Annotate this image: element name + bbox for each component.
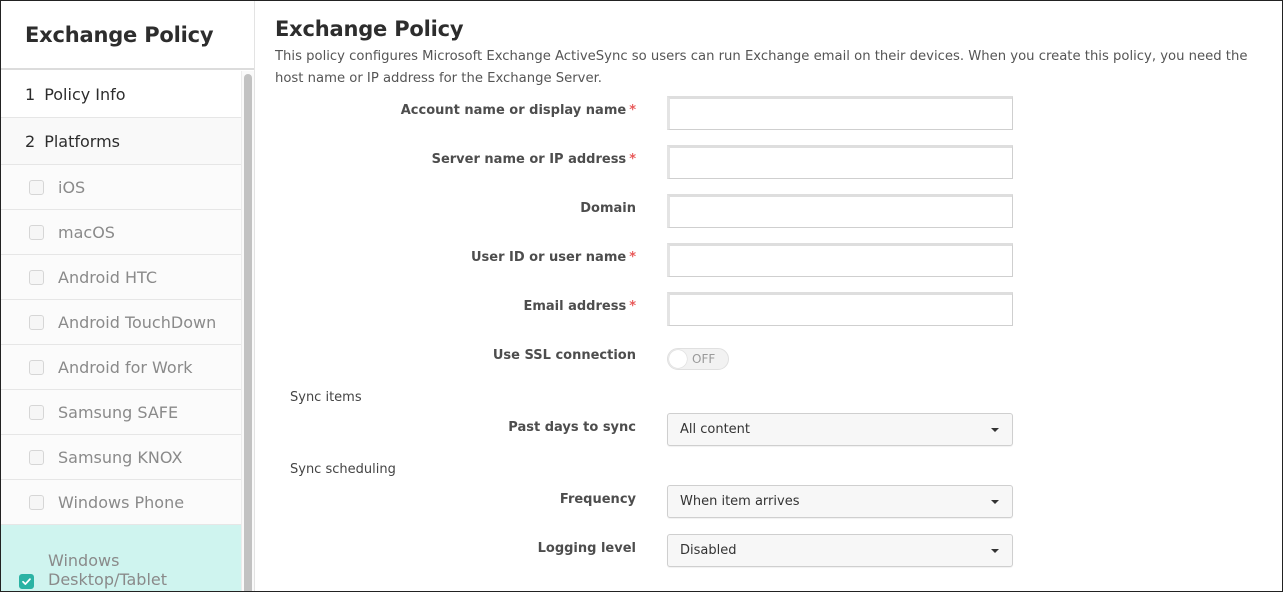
ssl-toggle[interactable]: OFF <box>667 348 729 370</box>
field-label: Domain <box>580 201 636 216</box>
field-label: Account name or display name * <box>400 103 636 118</box>
platform-ios[interactable]: iOS <box>1 165 241 210</box>
frequency-select[interactable]: When item arrives <box>667 485 1013 518</box>
email-input[interactable] <box>667 292 1013 326</box>
platform-android-for-work[interactable]: Android for Work <box>1 345 241 390</box>
checkbox[interactable] <box>29 179 44 195</box>
platform-windows-phone[interactable]: Windows Phone <box>1 480 241 525</box>
field-row-logging-level: Logging level Disabled <box>256 534 1256 568</box>
field-row-ssl: Use SSL connection OFF <box>256 347 1256 381</box>
platform-label: Windows Desktop/Tablet <box>48 551 168 589</box>
platform-samsung-knox[interactable]: Samsung KNOX <box>1 435 241 480</box>
checkbox-checked[interactable] <box>19 574 34 589</box>
field-row-account-name: Account name or display name * <box>256 96 1256 130</box>
required-marker: * <box>629 103 636 118</box>
step-platforms[interactable]: 2 Platforms <box>1 118 241 165</box>
app-window: Exchange Policy 1 Policy Info 2 Platform… <box>0 0 1283 592</box>
field-row-domain: Domain <box>256 194 1256 228</box>
field-label: Past days to sync <box>508 420 636 435</box>
toggle-knob <box>669 350 687 368</box>
scrollbar-thumb[interactable] <box>244 74 252 591</box>
checkmark-icon <box>22 578 31 585</box>
platform-label: iOS <box>58 177 86 197</box>
field-label: Use SSL connection <box>492 348 636 363</box>
step-label: Platforms <box>44 131 120 151</box>
past-days-select[interactable]: All content <box>667 413 1013 446</box>
field-label: User ID or user name * <box>470 250 636 265</box>
checkbox[interactable] <box>29 314 44 330</box>
page-title: Exchange Policy <box>275 17 464 41</box>
section-sync-items: Sync items <box>290 390 362 405</box>
checkbox[interactable] <box>29 404 44 420</box>
page-description: This policy configures Microsoft Exchang… <box>275 49 1248 86</box>
platform-samsung-safe[interactable]: Samsung SAFE <box>1 390 241 435</box>
checkbox[interactable] <box>29 224 44 240</box>
field-row-server-name: Server name or IP address * <box>256 145 1256 179</box>
required-marker: * <box>629 152 636 167</box>
platform-label: Android HTC <box>58 267 157 287</box>
caret-down-icon <box>991 549 999 553</box>
section-sync-scheduling: Sync scheduling <box>290 462 396 477</box>
field-label: Email address * <box>523 299 636 314</box>
required-marker: * <box>629 299 636 314</box>
checkbox[interactable] <box>29 494 44 510</box>
required-marker: * <box>629 250 636 265</box>
platform-android-touchdown[interactable]: Android TouchDown <box>1 300 241 345</box>
step-label: Policy Info <box>44 84 126 104</box>
field-label: Server name or IP address * <box>431 152 636 167</box>
platform-windows-desktop-tablet[interactable]: Windows Desktop/Tablet <box>1 525 241 591</box>
step-number: 1 <box>25 84 36 104</box>
select-value: All content <box>680 422 751 437</box>
platform-android-htc[interactable]: Android HTC <box>1 255 241 300</box>
platform-label: Android TouchDown <box>58 312 217 332</box>
step-number: 2 <box>25 131 36 151</box>
checkbox[interactable] <box>29 269 44 285</box>
field-row-user-id: User ID or user name * <box>256 243 1256 277</box>
platform-label: Samsung SAFE <box>58 402 179 422</box>
sidebar-scrollbar[interactable] <box>241 71 254 591</box>
policy-form: Exchange Policy This policy configures M… <box>256 1 1282 591</box>
platform-macos[interactable]: macOS <box>1 210 241 255</box>
platform-label: Android for Work <box>58 357 193 377</box>
platform-label: Samsung KNOX <box>58 447 183 467</box>
sidebar-title: Exchange Policy <box>1 1 254 70</box>
toggle-state: OFF <box>692 352 716 366</box>
user-id-input[interactable] <box>667 243 1013 277</box>
server-name-input[interactable] <box>667 145 1013 179</box>
step-policy-info[interactable]: 1 Policy Info <box>1 71 241 118</box>
select-value: When item arrives <box>680 494 800 509</box>
field-row-past-days: Past days to sync All content <box>256 413 1256 447</box>
platform-label: Windows Phone <box>58 492 185 512</box>
checkbox[interactable] <box>29 449 44 465</box>
logging-level-select[interactable]: Disabled <box>667 534 1013 567</box>
wizard-sidebar: Exchange Policy 1 Policy Info 2 Platform… <box>1 1 255 591</box>
account-name-input[interactable] <box>667 96 1013 130</box>
caret-down-icon <box>991 428 999 432</box>
field-row-frequency: Frequency When item arrives <box>256 485 1256 519</box>
caret-down-icon <box>991 500 999 504</box>
field-label: Frequency <box>559 492 636 507</box>
platform-label: macOS <box>58 222 115 242</box>
wizard-steps: 1 Policy Info 2 Platforms iOS macOS Andr… <box>1 71 241 591</box>
select-value: Disabled <box>680 543 737 558</box>
checkbox[interactable] <box>29 359 44 375</box>
field-row-email: Email address * <box>256 292 1256 326</box>
domain-input[interactable] <box>667 194 1013 228</box>
field-label: Logging level <box>537 541 636 556</box>
